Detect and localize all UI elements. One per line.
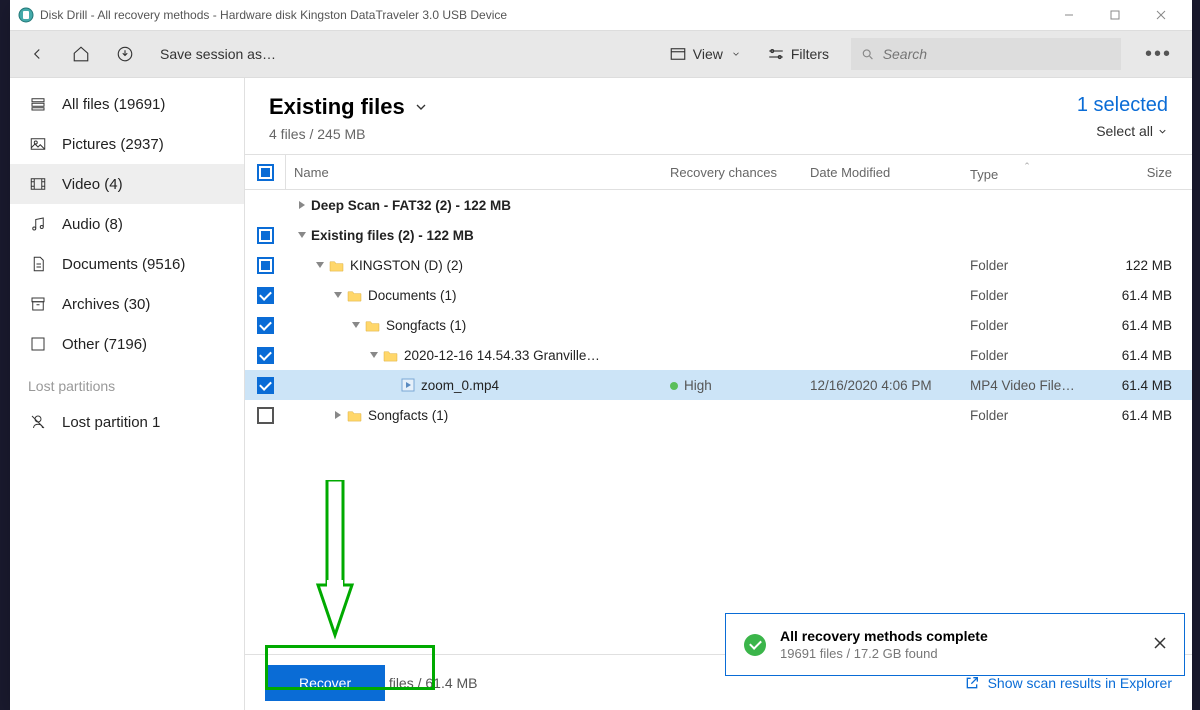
twisty-icon[interactable]	[365, 350, 383, 360]
stack-icon	[28, 95, 48, 113]
window-title: Disk Drill - All recovery methods - Hard…	[40, 8, 1046, 22]
toolbar: Save session as… View Filters •••	[10, 30, 1192, 78]
sidebar-item-pictures[interactable]: Pictures (2937)	[10, 124, 244, 164]
twisty-icon[interactable]	[347, 320, 365, 330]
close-button[interactable]	[1138, 0, 1184, 30]
table-row[interactable]: Songfacts (1)Folder61.4 MB	[245, 400, 1192, 430]
sidebar-item-video[interactable]: Video (4)	[10, 164, 244, 204]
document-icon	[28, 255, 48, 273]
main-subtitle: 4 files / 245 MB	[269, 126, 429, 142]
app-icon	[18, 7, 34, 23]
back-button[interactable]	[24, 41, 50, 67]
row-name: 2020-12-16 14.54.33 Granville…	[404, 348, 600, 363]
maximize-button[interactable]	[1092, 0, 1138, 30]
col-size[interactable]: Size	[1092, 165, 1192, 180]
sidebar-item-other[interactable]: Other (7196)	[10, 324, 244, 364]
chance-indicator	[670, 382, 678, 390]
table-row[interactable]: 2020-12-16 14.54.33 Granville…Folder61.4…	[245, 340, 1192, 370]
sidebar-item-all-files[interactable]: All files (19691)	[10, 84, 244, 124]
row-checkbox[interactable]	[257, 377, 274, 394]
filters-button[interactable]: Filters	[763, 41, 833, 67]
video-icon	[28, 175, 48, 193]
partition-icon	[28, 413, 48, 431]
table-row[interactable]: Songfacts (1)Folder61.4 MB	[245, 310, 1192, 340]
row-name: zoom_0.mp4	[421, 378, 499, 393]
app-window: Disk Drill - All recovery methods - Hard…	[10, 0, 1192, 710]
col-type[interactable]: ⌃Type	[962, 163, 1092, 182]
row-checkbox[interactable]	[257, 347, 274, 364]
toast-close[interactable]	[1154, 636, 1166, 654]
row-checkbox[interactable]	[257, 257, 274, 274]
sidebar-item-lost-partition-1[interactable]: Lost partition 1	[10, 402, 244, 442]
file-table: Name Recovery chances Date Modified ⌃Typ…	[245, 154, 1192, 654]
row-name: KINGSTON (D) (2)	[350, 258, 463, 273]
view-dropdown[interactable]: View	[665, 41, 745, 67]
twisty-icon[interactable]	[311, 260, 329, 270]
save-session-button[interactable]: Save session as…	[156, 42, 280, 66]
check-icon	[744, 634, 766, 656]
sidebar-item-archives[interactable]: Archives (30)	[10, 284, 244, 324]
row-name: Songfacts (1)	[386, 318, 466, 333]
toast-subtitle: 19691 files / 17.2 GB found	[780, 646, 1140, 661]
twisty-icon[interactable]	[293, 230, 311, 240]
col-date[interactable]: Date Modified	[802, 165, 962, 180]
row-name: Deep Scan - FAT32 (2) - 122 MB	[311, 198, 511, 213]
row-checkbox[interactable]	[257, 287, 274, 304]
completion-toast: All recovery methods complete 19691 file…	[725, 613, 1185, 676]
row-checkbox[interactable]	[257, 407, 274, 424]
chevron-down-icon	[413, 99, 429, 115]
row-checkbox[interactable]	[257, 227, 274, 244]
search-icon	[861, 47, 875, 62]
header-checkbox[interactable]	[245, 164, 285, 181]
toast-title: All recovery methods complete	[780, 628, 1140, 644]
selected-count: 1 selected	[1077, 94, 1168, 117]
minimize-button[interactable]	[1046, 0, 1092, 30]
table-row[interactable]: Existing files (2) - 122 MB	[245, 220, 1192, 250]
table-row[interactable]: KINGSTON (D) (2)Folder122 MB	[245, 250, 1192, 280]
more-menu[interactable]: •••	[1139, 43, 1178, 66]
search-box[interactable]	[851, 38, 1121, 70]
recover-button[interactable]: Recover	[265, 665, 385, 701]
sidebar: All files (19691) Pictures (2937) Video …	[10, 78, 245, 710]
sidebar-item-documents[interactable]: Documents (9516)	[10, 244, 244, 284]
show-in-explorer-link[interactable]: Show scan results in Explorer	[964, 675, 1172, 691]
row-name: Documents (1)	[368, 288, 457, 303]
table-row[interactable]: Deep Scan - FAT32 (2) - 122 MB	[245, 190, 1192, 220]
twisty-icon[interactable]	[329, 290, 347, 300]
row-checkbox[interactable]	[257, 317, 274, 334]
archive-icon	[28, 295, 48, 313]
select-all[interactable]: Select all	[1077, 123, 1168, 139]
chevron-down-icon	[1157, 126, 1168, 137]
table-row[interactable]: zoom_0.mp4High12/16/2020 4:06 PMMP4 Vide…	[245, 370, 1192, 400]
picture-icon	[28, 135, 48, 153]
col-recovery[interactable]: Recovery chances	[662, 165, 802, 180]
twisty-icon[interactable]	[293, 200, 311, 210]
other-icon	[28, 335, 48, 353]
save-icon-button[interactable]	[112, 41, 138, 67]
audio-icon	[28, 215, 48, 233]
main-title[interactable]: Existing files	[269, 94, 429, 120]
home-button[interactable]	[68, 41, 94, 67]
external-icon	[964, 675, 980, 691]
search-input[interactable]	[883, 46, 1111, 62]
footer-info: 1 files / 61.4 MB	[377, 675, 477, 691]
table-row[interactable]: Documents (1)Folder61.4 MB	[245, 280, 1192, 310]
col-name[interactable]: Name	[285, 155, 662, 189]
row-name: Songfacts (1)	[368, 408, 448, 423]
lost-partitions-header: Lost partitions	[10, 364, 244, 402]
twisty-icon[interactable]	[329, 410, 347, 420]
titlebar: Disk Drill - All recovery methods - Hard…	[10, 0, 1192, 30]
table-header: Name Recovery chances Date Modified ⌃Typ…	[245, 154, 1192, 190]
sidebar-item-audio[interactable]: Audio (8)	[10, 204, 244, 244]
main-panel: Existing files 4 files / 245 MB 1 select…	[245, 78, 1192, 710]
row-name: Existing files (2) - 122 MB	[311, 228, 474, 243]
